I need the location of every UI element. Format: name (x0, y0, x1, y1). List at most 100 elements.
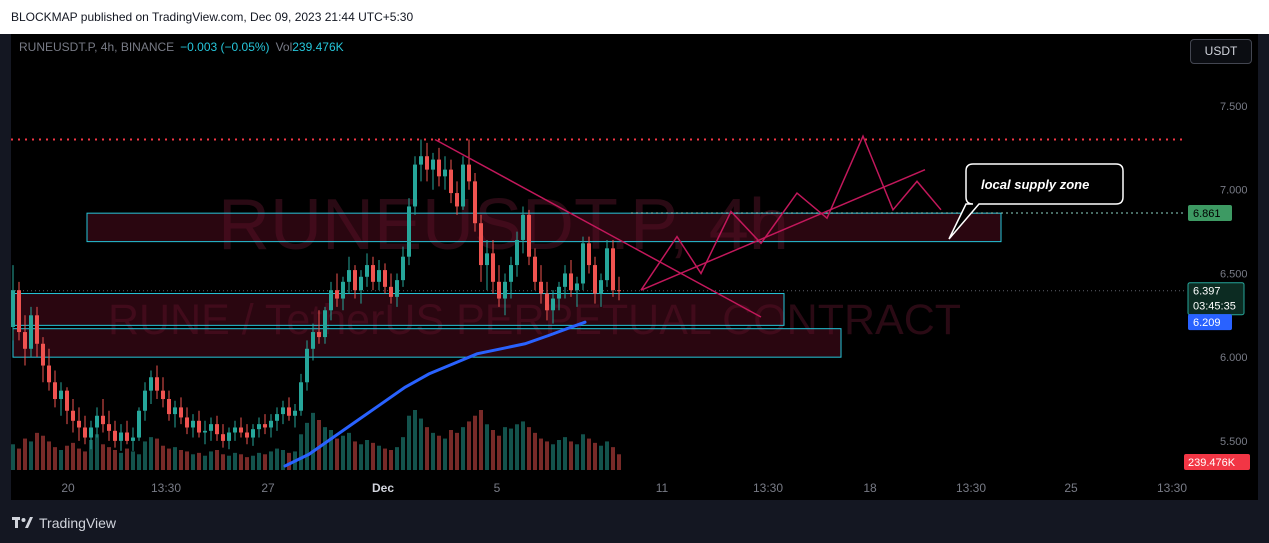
candle-body (215, 424, 219, 435)
candle-body (209, 424, 213, 431)
volume-bar (377, 445, 381, 470)
candle-body (497, 281, 501, 299)
volume-bar (425, 427, 429, 470)
x-tick-label: 25 (1064, 481, 1078, 495)
volume-bar (197, 452, 201, 470)
candle-body (611, 248, 615, 291)
volume-bar (245, 457, 249, 470)
volume-bar (431, 432, 435, 470)
volume-bar (413, 410, 417, 470)
volume-bar (137, 454, 141, 470)
price-chart[interactable]: RUNEUSDT.P, 4hRUNE / TetherUS PERPETUAL … (11, 34, 1258, 500)
candle-body (101, 415, 105, 425)
candle-body (395, 280, 399, 297)
candle-body (479, 223, 483, 266)
volume-bar (233, 452, 237, 470)
candle-body (167, 399, 171, 415)
candle-body (335, 290, 339, 299)
volume-bar (497, 435, 501, 470)
chart-panel[interactable]: RUNEUSDT.P, 4hRUNE / TetherUS PERPETUAL … (11, 34, 1258, 500)
price-change: −0.003 (−0.05%) (180, 40, 270, 54)
candle-body (251, 429, 255, 438)
candle-body (329, 290, 333, 311)
candle-body (89, 427, 93, 438)
volume-bar (407, 415, 411, 470)
candle-body (155, 377, 159, 391)
volume-bar (509, 428, 513, 470)
candle-body (365, 265, 369, 277)
volume-bar (515, 424, 519, 470)
volume-bar (101, 444, 105, 470)
volume-bar (359, 444, 363, 470)
volume-bar (29, 441, 33, 470)
candle-body (467, 164, 471, 182)
volume-bar (617, 454, 621, 470)
candle-body (227, 432, 231, 441)
volume-bar (77, 448, 81, 470)
candle-body (581, 243, 585, 284)
candle-body (293, 410, 297, 416)
candle-body (23, 332, 27, 349)
candle-body (185, 417, 189, 428)
volume-bar (275, 448, 279, 470)
volume-bar (383, 448, 387, 470)
tradingview-logo[interactable]: TradingView (12, 515, 116, 531)
volume-bar (527, 427, 531, 470)
candle-body (197, 420, 201, 433)
volume-bar (119, 452, 123, 470)
candle-body (533, 256, 537, 282)
candle-body (539, 281, 543, 294)
candle-body (401, 256, 405, 281)
top-banner: BLOCKMAP published on TradingView.com, D… (0, 0, 1269, 34)
candle-body (161, 390, 165, 400)
candle-body (431, 159, 435, 170)
volume-bar (485, 424, 489, 470)
zone-box (12, 293, 785, 326)
volume-bar (563, 437, 567, 470)
candle-body (461, 164, 465, 207)
candle-body (509, 265, 513, 282)
x-tick-label: 18 (863, 481, 877, 495)
volume-price-label: 239.476K (1188, 457, 1236, 469)
candle-body (287, 407, 291, 416)
y-tick-label: 7.000 (1220, 185, 1248, 197)
candle-body (35, 315, 39, 344)
candle-body (449, 169, 453, 194)
volume-bar (479, 410, 483, 470)
volume-bar (437, 435, 441, 470)
volume-bar (371, 442, 375, 470)
candle-body (149, 377, 153, 391)
volume-bar (23, 438, 27, 470)
candle-body (257, 424, 261, 430)
candle-body (125, 432, 129, 441)
candle-body (47, 365, 51, 383)
candle-body (575, 283, 579, 291)
volume-bar (341, 435, 345, 470)
candle-body (17, 290, 21, 333)
candle-body (317, 332, 321, 338)
volume-bar (107, 447, 111, 470)
candle-body (485, 253, 489, 266)
volume-bar (605, 441, 609, 470)
candle-body (11, 290, 15, 328)
y-tick-label: 5.500 (1220, 436, 1248, 448)
candle-body (563, 273, 567, 287)
volume-bar (443, 438, 447, 470)
candle-body (143, 390, 147, 411)
x-tick-label: 11 (656, 481, 669, 495)
volume-bar (95, 434, 99, 470)
zone-box (86, 212, 1002, 243)
currency-button[interactable]: USDT (1190, 39, 1252, 64)
x-tick-label: 13:30 (956, 481, 986, 495)
target-price-label: 6.861 (1193, 208, 1221, 220)
candle-body (347, 270, 351, 282)
candle-body (503, 281, 507, 299)
candle-body (557, 286, 561, 299)
candle-body (71, 410, 75, 421)
volume-bar (47, 441, 51, 470)
volume-bar (335, 438, 339, 470)
volume-bar (365, 440, 369, 470)
candle-body (65, 390, 69, 411)
volume-bar (557, 440, 561, 470)
volume-bar (455, 432, 459, 470)
